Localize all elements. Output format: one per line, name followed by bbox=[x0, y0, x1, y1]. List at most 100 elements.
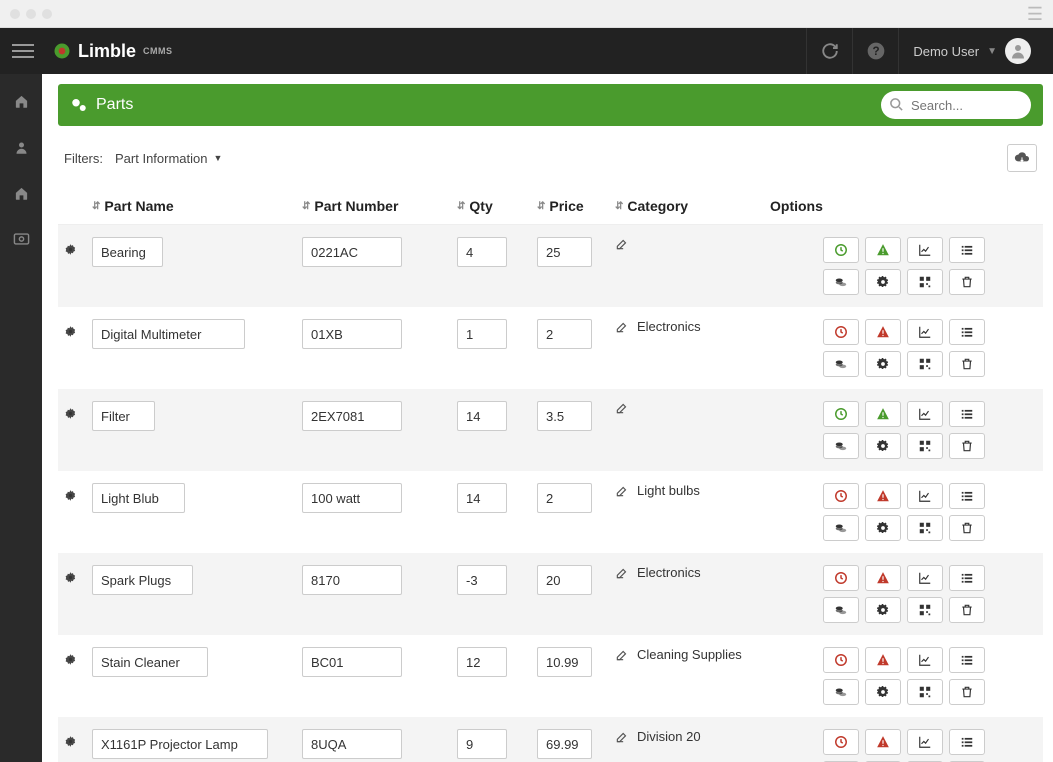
edit-category-button[interactable] bbox=[615, 484, 629, 498]
row-config-icon[interactable] bbox=[64, 483, 92, 502]
sidebar-item-payments[interactable] bbox=[0, 226, 42, 252]
part-number-input[interactable] bbox=[302, 319, 402, 349]
price-input[interactable] bbox=[537, 237, 592, 267]
price-input[interactable] bbox=[537, 401, 592, 431]
edit-category-button[interactable] bbox=[615, 320, 629, 334]
alert-icon-button[interactable] bbox=[865, 319, 901, 345]
alert-icon-button[interactable] bbox=[865, 565, 901, 591]
col-price[interactable]: ⇵ Price bbox=[537, 198, 615, 214]
delete-icon-button[interactable] bbox=[949, 515, 985, 541]
row-config-icon[interactable] bbox=[64, 647, 92, 666]
edit-category-button[interactable] bbox=[615, 730, 629, 744]
qty-input[interactable] bbox=[457, 319, 507, 349]
row-config-icon[interactable] bbox=[64, 401, 92, 420]
list-icon-button[interactable] bbox=[949, 647, 985, 673]
col-part-number[interactable]: ⇵ Part Number bbox=[302, 198, 457, 214]
settings-icon-button[interactable] bbox=[865, 597, 901, 623]
alert-icon-button[interactable] bbox=[865, 729, 901, 755]
part-name-input[interactable] bbox=[92, 483, 185, 513]
list-icon-button[interactable] bbox=[949, 483, 985, 509]
coins-icon-button[interactable] bbox=[823, 597, 859, 623]
edit-category-button[interactable] bbox=[615, 648, 629, 662]
settings-icon-button[interactable] bbox=[865, 351, 901, 377]
chart-icon-button[interactable] bbox=[907, 319, 943, 345]
edit-category-button[interactable] bbox=[615, 237, 629, 251]
chart-icon-button[interactable] bbox=[907, 483, 943, 509]
part-name-input[interactable] bbox=[92, 401, 155, 431]
download-button[interactable] bbox=[1007, 144, 1037, 172]
qty-input[interactable] bbox=[457, 401, 507, 431]
alert-icon-button[interactable] bbox=[865, 237, 901, 263]
refresh-button[interactable] bbox=[806, 28, 852, 74]
coins-icon-button[interactable] bbox=[823, 351, 859, 377]
price-input[interactable] bbox=[537, 483, 592, 513]
price-input[interactable] bbox=[537, 647, 592, 677]
price-input[interactable] bbox=[537, 565, 592, 595]
col-qty[interactable]: ⇵ Qty bbox=[457, 198, 537, 214]
qty-input[interactable] bbox=[457, 237, 507, 267]
coins-icon-button[interactable] bbox=[823, 515, 859, 541]
clock-icon-button[interactable] bbox=[823, 647, 859, 673]
part-name-input[interactable] bbox=[92, 319, 245, 349]
clock-icon-button[interactable] bbox=[823, 565, 859, 591]
alert-icon-button[interactable] bbox=[865, 401, 901, 427]
clock-icon-button[interactable] bbox=[823, 237, 859, 263]
coins-icon-button[interactable] bbox=[823, 433, 859, 459]
edit-category-button[interactable] bbox=[615, 401, 629, 415]
qr-icon-button[interactable] bbox=[907, 515, 943, 541]
brand[interactable]: Limble CMMS bbox=[52, 41, 173, 62]
chart-icon-button[interactable] bbox=[907, 647, 943, 673]
list-icon-button[interactable] bbox=[949, 565, 985, 591]
list-icon-button[interactable] bbox=[949, 237, 985, 263]
row-config-icon[interactable] bbox=[64, 565, 92, 584]
chart-icon-button[interactable] bbox=[907, 565, 943, 591]
part-number-input[interactable] bbox=[302, 483, 402, 513]
col-category[interactable]: ⇵ Category bbox=[615, 198, 770, 214]
part-number-input[interactable] bbox=[302, 401, 402, 431]
part-number-input[interactable] bbox=[302, 565, 402, 595]
qty-input[interactable] bbox=[457, 729, 507, 759]
delete-icon-button[interactable] bbox=[949, 597, 985, 623]
row-config-icon[interactable] bbox=[64, 237, 92, 256]
price-input[interactable] bbox=[537, 319, 592, 349]
sidebar-item-home-2[interactable] bbox=[0, 180, 42, 206]
menu-toggle[interactable] bbox=[12, 44, 34, 58]
part-number-input[interactable] bbox=[302, 237, 402, 267]
settings-icon-button[interactable] bbox=[865, 433, 901, 459]
settings-icon-button[interactable] bbox=[865, 269, 901, 295]
part-name-input[interactable] bbox=[92, 647, 208, 677]
clock-icon-button[interactable] bbox=[823, 729, 859, 755]
sidebar-item-users[interactable] bbox=[0, 134, 42, 160]
part-name-input[interactable] bbox=[92, 237, 163, 267]
delete-icon-button[interactable] bbox=[949, 433, 985, 459]
chart-icon-button[interactable] bbox=[907, 729, 943, 755]
row-config-icon[interactable] bbox=[64, 729, 92, 748]
list-icon-button[interactable] bbox=[949, 319, 985, 345]
delete-icon-button[interactable] bbox=[949, 351, 985, 377]
clock-icon-button[interactable] bbox=[823, 319, 859, 345]
part-name-input[interactable] bbox=[92, 565, 193, 595]
part-number-input[interactable] bbox=[302, 647, 402, 677]
row-config-icon[interactable] bbox=[64, 319, 92, 338]
delete-icon-button[interactable] bbox=[949, 269, 985, 295]
clock-icon-button[interactable] bbox=[823, 483, 859, 509]
qty-input[interactable] bbox=[457, 483, 507, 513]
delete-icon-button[interactable] bbox=[949, 679, 985, 705]
alert-icon-button[interactable] bbox=[865, 647, 901, 673]
price-input[interactable] bbox=[537, 729, 592, 759]
help-button[interactable]: ? bbox=[852, 28, 898, 74]
qr-icon-button[interactable] bbox=[907, 433, 943, 459]
qty-input[interactable] bbox=[457, 647, 507, 677]
filter-dropdown[interactable]: Part Information ▼ bbox=[115, 151, 222, 166]
qr-icon-button[interactable] bbox=[907, 351, 943, 377]
sidebar-item-home[interactable] bbox=[0, 88, 42, 114]
qty-input[interactable] bbox=[457, 565, 507, 595]
part-number-input[interactable] bbox=[302, 729, 402, 759]
qr-icon-button[interactable] bbox=[907, 597, 943, 623]
list-icon-button[interactable] bbox=[949, 729, 985, 755]
part-name-input[interactable] bbox=[92, 729, 268, 759]
user-menu[interactable]: Demo User ▼ bbox=[898, 28, 1041, 74]
chart-icon-button[interactable] bbox=[907, 237, 943, 263]
col-part-name[interactable]: ⇵ Part Name bbox=[92, 198, 302, 214]
qr-icon-button[interactable] bbox=[907, 679, 943, 705]
